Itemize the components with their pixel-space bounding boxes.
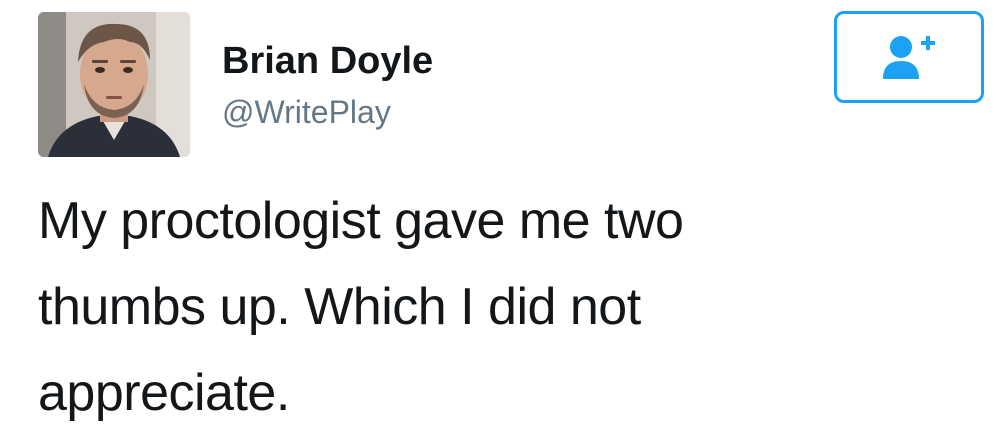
avatar-photo [38, 12, 190, 157]
display-name[interactable]: Brian Doyle [222, 38, 433, 84]
avatar[interactable] [38, 12, 190, 157]
tweet-text: My proctologist gave me two thumbs up. W… [38, 178, 978, 436]
follow-button[interactable] [834, 11, 984, 103]
tweet-text-line: My proctologist gave me two [38, 192, 684, 250]
add-user-icon [883, 36, 935, 79]
tweet-text-line: appreciate. [38, 364, 290, 422]
user-handle[interactable]: @WritePlay [222, 92, 391, 132]
tweet-text-line: thumbs up. Which I did not [38, 278, 641, 336]
